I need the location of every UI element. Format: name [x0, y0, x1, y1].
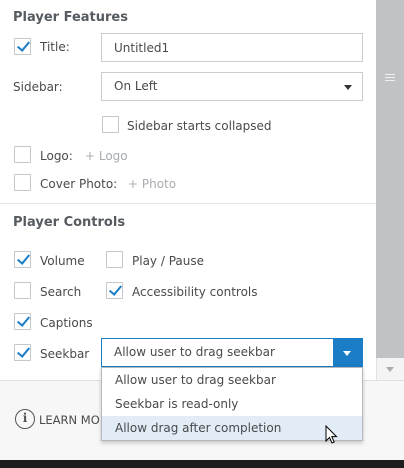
volume-label: Volume [40, 254, 85, 268]
search-label: Search [40, 285, 82, 299]
settings-panel: Player Features Title: Sidebar: On Left … [0, 0, 376, 380]
captions-label: Captions [40, 316, 93, 330]
dropdown-option-drag[interactable]: Allow user to drag seekbar [102, 368, 362, 392]
sidebar-collapsed-label: Sidebar starts collapsed [127, 119, 272, 133]
title-input[interactable] [101, 33, 363, 62]
info-icon[interactable]: i [15, 409, 35, 429]
scroll-down-arrow-icon[interactable] [376, 360, 404, 380]
add-photo-link[interactable]: + Photo [128, 176, 176, 192]
dropdown-option-read-only[interactable]: Seekbar is read-only [102, 392, 362, 416]
seekbar-select[interactable]: Allow user to drag seekbar [101, 338, 363, 368]
seekbar-dropdown-list: Allow user to drag seekbar Seekbar is re… [101, 367, 363, 441]
accessibility-checkbox[interactable] [106, 282, 123, 299]
sidebar-collapsed-checkbox[interactable] [102, 116, 119, 133]
player-controls-heading: Player Controls [13, 215, 126, 230]
dropdown-option-drag-after-completion[interactable]: Allow drag after completion [102, 416, 362, 440]
volume-checkbox[interactable] [14, 251, 31, 268]
section-divider [0, 203, 376, 204]
bottom-edge-bar [0, 460, 404, 468]
sidebar-label: Sidebar: [13, 80, 63, 94]
logo-checkbox[interactable] [14, 146, 31, 163]
seekbar-select-value: Allow user to drag seekbar [114, 345, 275, 359]
learn-more-link[interactable]: LEARN MO [39, 413, 100, 427]
title-label: Title: [40, 40, 70, 54]
seekbar-dropdown-button[interactable] [333, 339, 362, 368]
chevron-down-icon [343, 351, 351, 356]
search-checkbox[interactable] [14, 282, 31, 299]
sidebar-select[interactable]: On Left [101, 72, 363, 101]
play-pause-checkbox[interactable] [106, 251, 123, 268]
cover-photo-label: Cover Photo: [40, 177, 118, 191]
seekbar-label: Seekbar [40, 347, 90, 361]
sidebar-select-value: On Left [114, 79, 158, 93]
scrollbar-thumb[interactable] [376, 0, 404, 358]
cover-photo-checkbox[interactable] [14, 174, 31, 191]
logo-label: Logo: [40, 149, 73, 163]
add-logo-link[interactable]: + Logo [85, 148, 128, 164]
title-checkbox[interactable] [14, 38, 31, 55]
accessibility-label: Accessibility controls [132, 285, 258, 299]
seekbar-checkbox[interactable] [14, 344, 31, 361]
grip-icon [385, 74, 395, 81]
chevron-down-icon [344, 85, 352, 90]
play-pause-label: Play / Pause [132, 254, 204, 268]
player-features-heading: Player Features [13, 10, 128, 25]
mouse-pointer-icon [325, 425, 338, 444]
captions-checkbox[interactable] [14, 313, 31, 330]
